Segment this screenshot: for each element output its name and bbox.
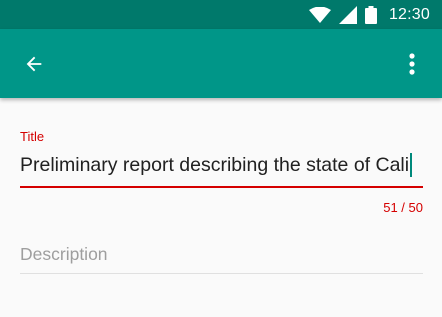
- app-bar: [0, 29, 442, 98]
- character-counter: 51 / 50: [383, 200, 423, 215]
- status-time: 12:30: [388, 5, 430, 23]
- battery-icon: [364, 5, 377, 24]
- description-underline: [20, 273, 423, 274]
- edit-form: Title Preliminary report describing the …: [0, 98, 442, 317]
- back-button[interactable]: [14, 44, 54, 84]
- title-input-value: Preliminary report describing the state …: [20, 153, 410, 176]
- arrow-back-icon: [26, 56, 42, 72]
- description-input[interactable]: [20, 241, 423, 267]
- signal-icon: [338, 5, 357, 24]
- status-icons: 12:30: [308, 5, 430, 24]
- status-bar: 12:30: [0, 0, 442, 29]
- text-cursor: [410, 153, 413, 177]
- title-underline-error: [20, 186, 423, 188]
- wifi-icon: [308, 6, 331, 23]
- more-vert-icon: [409, 53, 415, 75]
- title-label: Title: [20, 129, 45, 144]
- more-options-button[interactable]: [392, 44, 432, 84]
- title-input[interactable]: Preliminary report describing the state …: [20, 150, 424, 180]
